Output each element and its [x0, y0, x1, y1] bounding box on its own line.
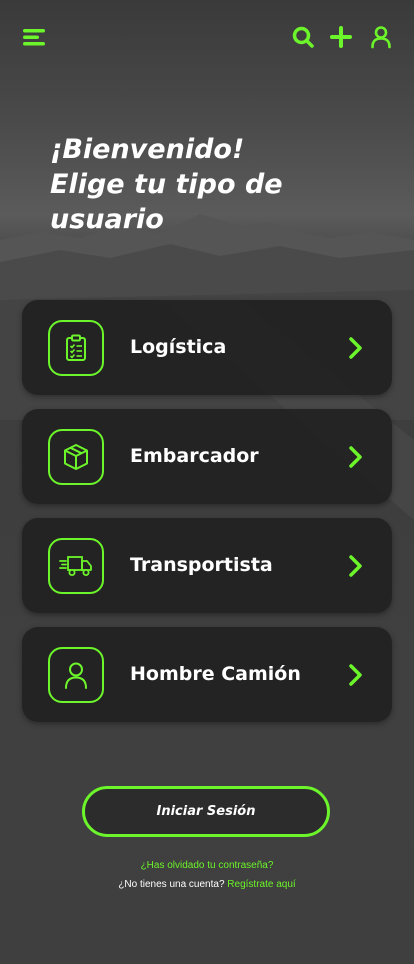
user-type-list: Logística Embarcador Transportista Hombr…	[22, 300, 392, 736]
clipboard-checklist-icon	[48, 320, 104, 376]
delivery-truck-icon	[48, 538, 104, 594]
chevron-right-icon	[349, 555, 362, 577]
package-box-icon	[48, 429, 104, 485]
register-link[interactable]: Regístrate aquí	[227, 879, 295, 890]
user-type-card-transportista[interactable]: Transportista	[22, 518, 392, 613]
card-label: Embarcador	[130, 445, 259, 467]
user-icon[interactable]	[364, 20, 398, 54]
card-label: Transportista	[130, 554, 273, 576]
plus-icon[interactable]	[324, 20, 358, 54]
login-button[interactable]: Iniciar Sesión	[82, 786, 330, 837]
user-type-card-embarcador[interactable]: Embarcador	[22, 409, 392, 504]
card-label: Logística	[130, 336, 227, 358]
chevron-right-icon	[349, 337, 362, 359]
hamburger-menu-icon[interactable]	[18, 20, 52, 54]
search-icon[interactable]	[286, 20, 320, 54]
register-prompt-text: ¿No tienes una cuenta?	[118, 879, 225, 890]
top-bar	[0, 20, 414, 54]
heading-line-3: usuario	[50, 204, 164, 235]
heading-line-2: Elige tu tipo de	[50, 169, 283, 200]
register-prompt: ¿No tienes una cuenta? Regístrate aquí	[0, 879, 414, 890]
forgot-password-link[interactable]: ¿Has olvidado tu contraseña?	[0, 860, 414, 871]
chevron-right-icon	[349, 664, 362, 686]
card-label: Hombre Camión	[130, 663, 301, 685]
user-type-card-hombre-camion[interactable]: Hombre Camión	[22, 627, 392, 722]
user-type-card-logistica[interactable]: Logística	[22, 300, 392, 395]
person-icon	[48, 647, 104, 703]
heading-line-1: ¡Bienvenido!	[50, 134, 245, 165]
chevron-right-icon	[349, 446, 362, 468]
welcome-heading: ¡Bienvenido! Elige tu tipo de usuario	[50, 132, 370, 237]
